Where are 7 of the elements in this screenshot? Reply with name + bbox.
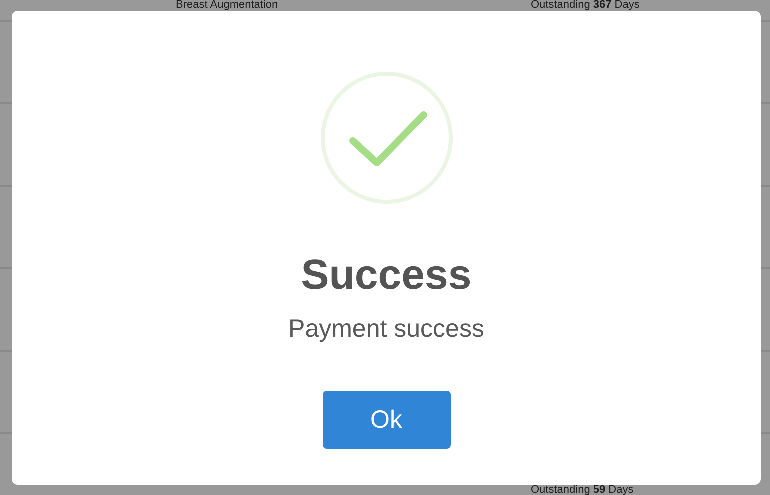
dialog-title: Success <box>301 250 472 300</box>
outstanding-days: Outstanding 59 Days <box>531 484 634 495</box>
success-check-icon <box>320 71 454 205</box>
ok-button[interactable]: Ok <box>322 391 450 449</box>
dialog-message: Payment success <box>288 314 484 345</box>
procedure-name: Breast Augmentation <box>175 0 280 10</box>
outstanding-days: Outstanding 367 Days <box>531 0 640 10</box>
